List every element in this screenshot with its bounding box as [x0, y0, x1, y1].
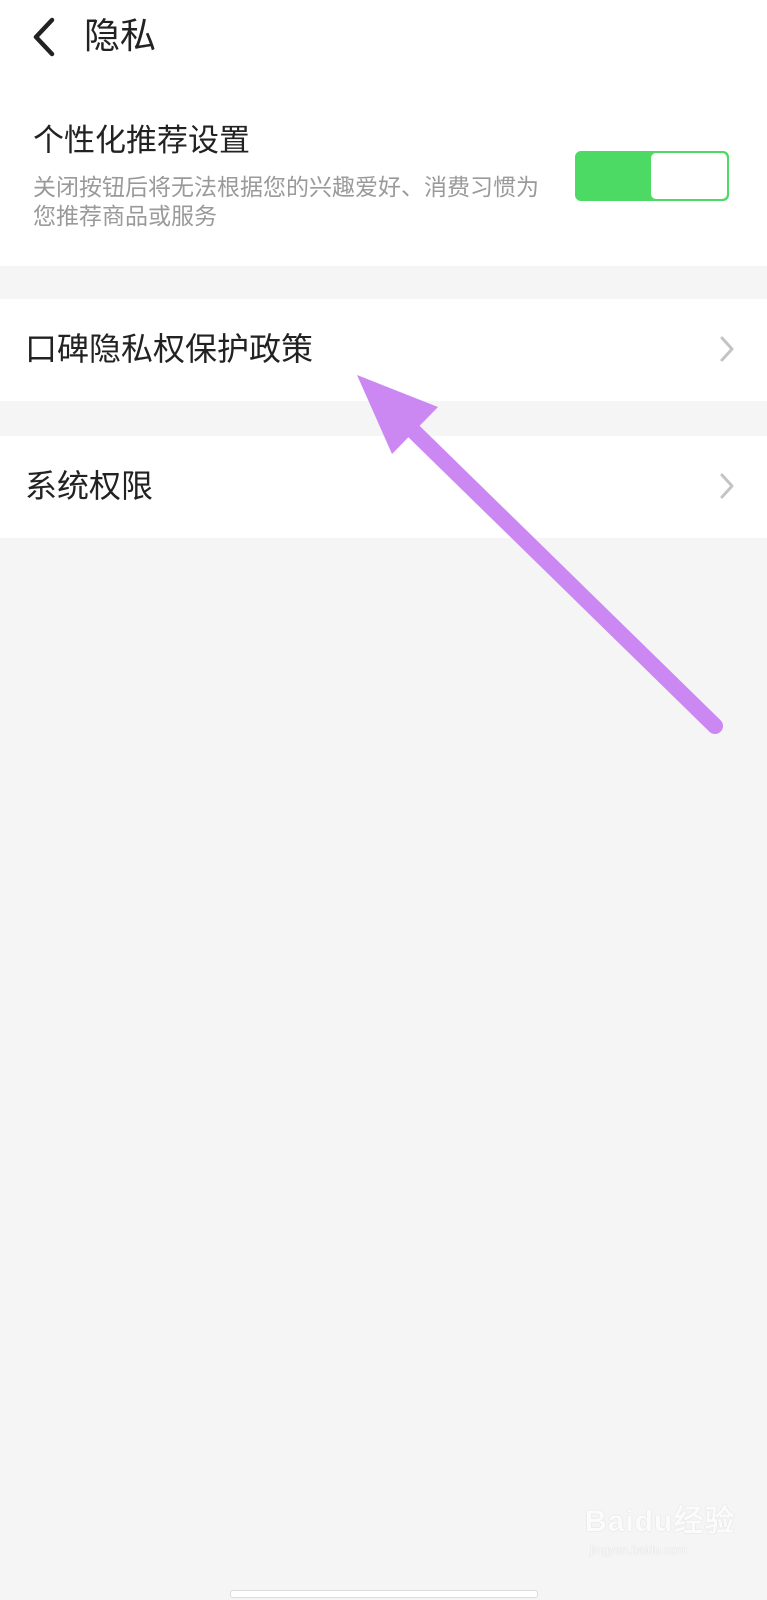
chevron-right-icon: [720, 473, 734, 499]
personalized-recommendation-title: 个性化推荐设置: [33, 123, 250, 159]
privacy-policy-row[interactable]: 口碑隐私权保护政策: [0, 299, 767, 401]
chevron-right-icon: [720, 336, 734, 362]
personalized-recommendation-section: 个性化推荐设置 关闭按钮后将无法根据您的兴趣爱好、消费习惯为您推荐商品或服务: [0, 80, 767, 266]
page-title: 隐私: [84, 16, 157, 57]
toggle-knob: [651, 153, 727, 199]
personalized-recommendation-description: 关闭按钮后将无法根据您的兴趣爱好、消费习惯为您推荐商品或服务: [33, 175, 539, 230]
personalized-recommendation-toggle[interactable]: [575, 151, 729, 201]
home-indicator[interactable]: [230, 1590, 538, 1598]
system-permissions-row[interactable]: 系统权限: [0, 436, 767, 538]
watermark-logo: Baidu经验: [585, 1505, 736, 1538]
system-permissions-label: 系统权限: [25, 467, 154, 505]
privacy-policy-label: 口碑隐私权保护政策: [25, 330, 314, 368]
chevron-left-icon[interactable]: [28, 14, 62, 60]
watermark-url: jingyan.baidu.com: [590, 1543, 687, 1557]
header-bar: 隐私: [0, 0, 767, 80]
